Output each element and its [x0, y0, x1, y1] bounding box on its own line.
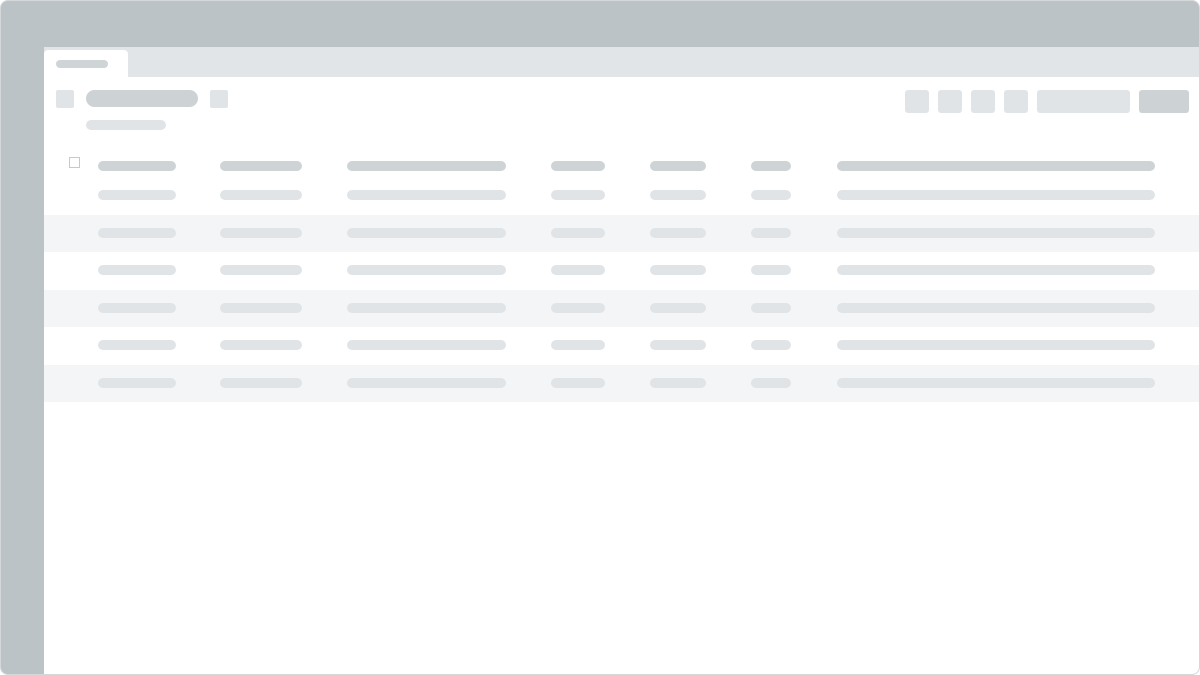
table-row[interactable] — [44, 289, 1199, 327]
column-header[interactable] — [98, 161, 176, 171]
tab-strip — [44, 47, 1199, 77]
table-row[interactable] — [44, 327, 1199, 364]
table-cell — [751, 265, 791, 275]
table-cell — [347, 302, 506, 313]
table-cell — [751, 340, 791, 350]
table-cell — [650, 265, 706, 275]
table-cell — [220, 340, 302, 350]
page-title — [86, 90, 198, 107]
table-cell — [220, 227, 302, 238]
table-cell — [220, 377, 302, 388]
table-cell — [551, 340, 605, 350]
column-header[interactable] — [347, 161, 506, 171]
toolbar-icon-button-1[interactable] — [905, 90, 929, 113]
table-cell — [837, 265, 1155, 275]
table-cell — [220, 265, 302, 275]
tab-active[interactable] — [44, 50, 128, 77]
table-cell — [551, 227, 605, 238]
table-cell — [98, 302, 176, 313]
table-cell — [837, 340, 1155, 350]
table-cell — [98, 340, 176, 350]
secondary-button[interactable] — [1037, 90, 1130, 113]
table-cell — [98, 377, 176, 388]
table-row[interactable] — [44, 177, 1199, 214]
app-window — [44, 47, 1199, 674]
page-subtitle — [86, 120, 166, 130]
column-header[interactable] — [551, 161, 605, 171]
table-cell — [98, 265, 176, 275]
column-header[interactable] — [220, 161, 302, 171]
table-cell — [551, 377, 605, 388]
table-cell — [751, 302, 791, 313]
table-cell — [220, 302, 302, 313]
table-cell — [837, 377, 1155, 388]
primary-button[interactable] — [1139, 90, 1189, 113]
table-cell — [837, 302, 1155, 313]
table-cell — [751, 227, 791, 238]
table-cell — [650, 190, 706, 200]
table-cell — [551, 190, 605, 200]
tab-label-placeholder — [56, 60, 108, 68]
table-cell — [347, 190, 506, 200]
table-cell — [347, 227, 506, 238]
column-header[interactable] — [837, 161, 1155, 171]
table-cell — [347, 340, 506, 350]
table-cell — [650, 340, 706, 350]
title-action-icon[interactable] — [210, 90, 228, 108]
table-row[interactable] — [44, 214, 1199, 252]
column-header[interactable] — [650, 161, 706, 171]
table-cell — [751, 377, 791, 388]
table-cell — [347, 265, 506, 275]
table-cell — [220, 190, 302, 200]
table-cell — [650, 377, 706, 388]
toolbar-icon-button-3[interactable] — [971, 90, 995, 113]
table-cell — [551, 302, 605, 313]
table-row[interactable] — [44, 364, 1199, 402]
table-row[interactable] — [44, 252, 1199, 289]
table-cell — [751, 190, 791, 200]
toolbar-icon-button-4[interactable] — [1004, 90, 1028, 113]
back-icon[interactable] — [56, 90, 74, 108]
column-header[interactable] — [751, 161, 791, 171]
table-cell — [551, 265, 605, 275]
table-cell — [650, 227, 706, 238]
toolbar-icon-button-2[interactable] — [938, 90, 962, 113]
table-cell — [98, 190, 176, 200]
table-cell — [347, 377, 506, 388]
table-cell — [837, 227, 1155, 238]
table-cell — [98, 227, 176, 238]
app-frame — [0, 0, 1200, 675]
table-cell — [650, 302, 706, 313]
table-cell — [837, 190, 1155, 200]
